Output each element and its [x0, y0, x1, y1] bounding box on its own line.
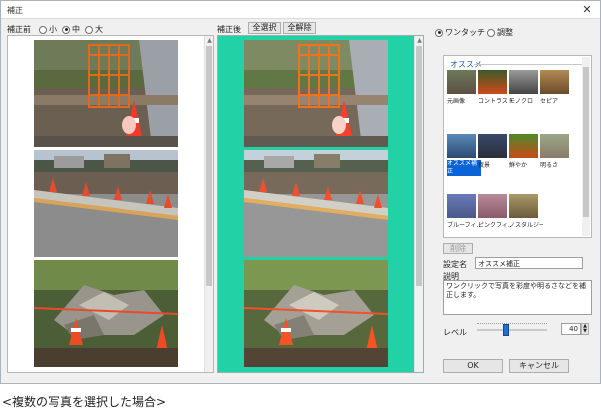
heading-divider [474, 64, 584, 65]
level-slider-ticks [477, 323, 547, 326]
filter-label: ノスタルジー [509, 222, 543, 229]
sepia-thumbnail-icon[interactable] [540, 70, 569, 94]
dialog-title: 補正 [7, 6, 23, 15]
mode-adjust-radio[interactable]: 調整 [487, 27, 513, 38]
setting-name-label: 設定名 [443, 260, 467, 269]
photo-roadside-cones-corrected[interactable] [244, 150, 388, 257]
radio-selected-icon [435, 28, 443, 37]
radio-icon [85, 25, 93, 34]
mode-onetouch-radio[interactable]: ワンタッチ [435, 27, 485, 38]
ok-button[interactable]: OK [443, 359, 503, 373]
before-list-scrollbar[interactable]: ▲ [204, 36, 213, 372]
size-medium-radio[interactable]: 中 [62, 24, 80, 35]
page-caption: <複数の写真を選択した場合> [2, 395, 167, 409]
radio-label: 調整 [497, 28, 513, 37]
photo-construction-fence[interactable] [34, 40, 178, 147]
select-all-button[interactable]: 全選択 [248, 22, 281, 34]
filter-label: ピンクフィ... [478, 222, 512, 229]
scroll-thumb[interactable] [206, 46, 212, 286]
filter-label: 明るさ [540, 162, 559, 169]
contrast-thumbnail-icon[interactable] [478, 70, 507, 94]
photo-roadside-cones[interactable] [34, 150, 178, 257]
filter-label: セピア [540, 98, 559, 105]
radio-label: ワンタッチ [445, 28, 485, 37]
correction-dialog: 補正 ✕ 補正前 小 中 大 補正後 全選択 全解除 ▲ ▲ ワンタッチ 調整 … [0, 0, 601, 384]
delete-button[interactable]: 削除 [443, 243, 473, 254]
night-thumbnail-icon[interactable] [478, 134, 507, 158]
vivid-thumbnail-icon[interactable] [509, 134, 538, 158]
filter-label-selected: オススメ補正 [447, 160, 481, 176]
blue-filter-thumbnail-icon[interactable] [447, 194, 476, 218]
radio-label: 小 [49, 25, 57, 34]
level-label: レベル [443, 328, 467, 337]
after-photo-list[interactable]: ▲ [217, 35, 424, 373]
filter-label: ブルーフィ... [447, 222, 481, 229]
setting-name-field[interactable]: オススメ補正 [475, 257, 583, 269]
before-label: 補正前 [7, 25, 31, 34]
level-spinner[interactable]: ▲ ▼ [581, 323, 589, 335]
monochrome-thumbnail-icon[interactable] [509, 70, 538, 94]
size-large-radio[interactable]: 大 [85, 24, 103, 35]
radio-label: 中 [72, 25, 80, 34]
radio-label: 大 [95, 25, 103, 34]
level-value-field[interactable]: 40 [561, 323, 581, 335]
radio-selected-icon [62, 25, 70, 34]
level-slider-thumb[interactable] [502, 324, 509, 336]
after-label: 補正後 [217, 25, 241, 34]
brightness-thumbnail-icon[interactable] [540, 134, 569, 158]
size-small-radio[interactable]: 小 [39, 24, 57, 35]
photo-construction-fence-corrected[interactable] [244, 40, 388, 147]
scroll-thumb[interactable] [583, 67, 589, 217]
pink-filter-thumbnail-icon[interactable] [478, 194, 507, 218]
after-list-scrollbar[interactable]: ▲ [414, 36, 423, 372]
radio-icon [39, 25, 47, 34]
description-text: ワンクリックで写真を彩度や明るさなどを補正します。 [446, 282, 586, 299]
close-icon[interactable]: ✕ [580, 3, 594, 17]
filter-label: コントラスト [478, 98, 512, 105]
filter-label: 鮮やか [509, 162, 528, 169]
filter-label: 元画像 [447, 98, 466, 105]
filter-scrollbar[interactable] [582, 57, 590, 236]
nostalgia-thumbnail-icon[interactable] [509, 194, 538, 218]
scroll-up-icon[interactable]: ▲ [205, 36, 213, 45]
before-photo-list[interactable]: ▲ [7, 35, 214, 373]
filter-gallery[interactable]: オススメ 元画像 コントラスト モノクロ セピア オススメ補正 夜景 鮮やか 明… [443, 55, 592, 238]
scroll-up-icon[interactable]: ▲ [415, 36, 423, 45]
recommended-thumbnail-icon[interactable] [447, 134, 476, 158]
radio-icon [487, 28, 495, 37]
filter-label: モノクロ [509, 98, 534, 105]
photo-rubble-pile-corrected[interactable] [244, 260, 388, 367]
photo-rubble-pile[interactable] [34, 260, 178, 367]
original-thumbnail-icon[interactable] [447, 70, 476, 94]
deselect-all-button[interactable]: 全解除 [283, 22, 316, 34]
filter-label: 夜景 [478, 162, 491, 169]
scroll-thumb[interactable] [416, 46, 422, 286]
cancel-button[interactable]: キャンセル [509, 359, 569, 373]
title-bar: 補正 ✕ [1, 1, 600, 19]
description-field[interactable]: ワンクリックで写真を彩度や明るさなどを補正します。 [443, 280, 592, 315]
level-slider-track[interactable] [477, 329, 547, 331]
